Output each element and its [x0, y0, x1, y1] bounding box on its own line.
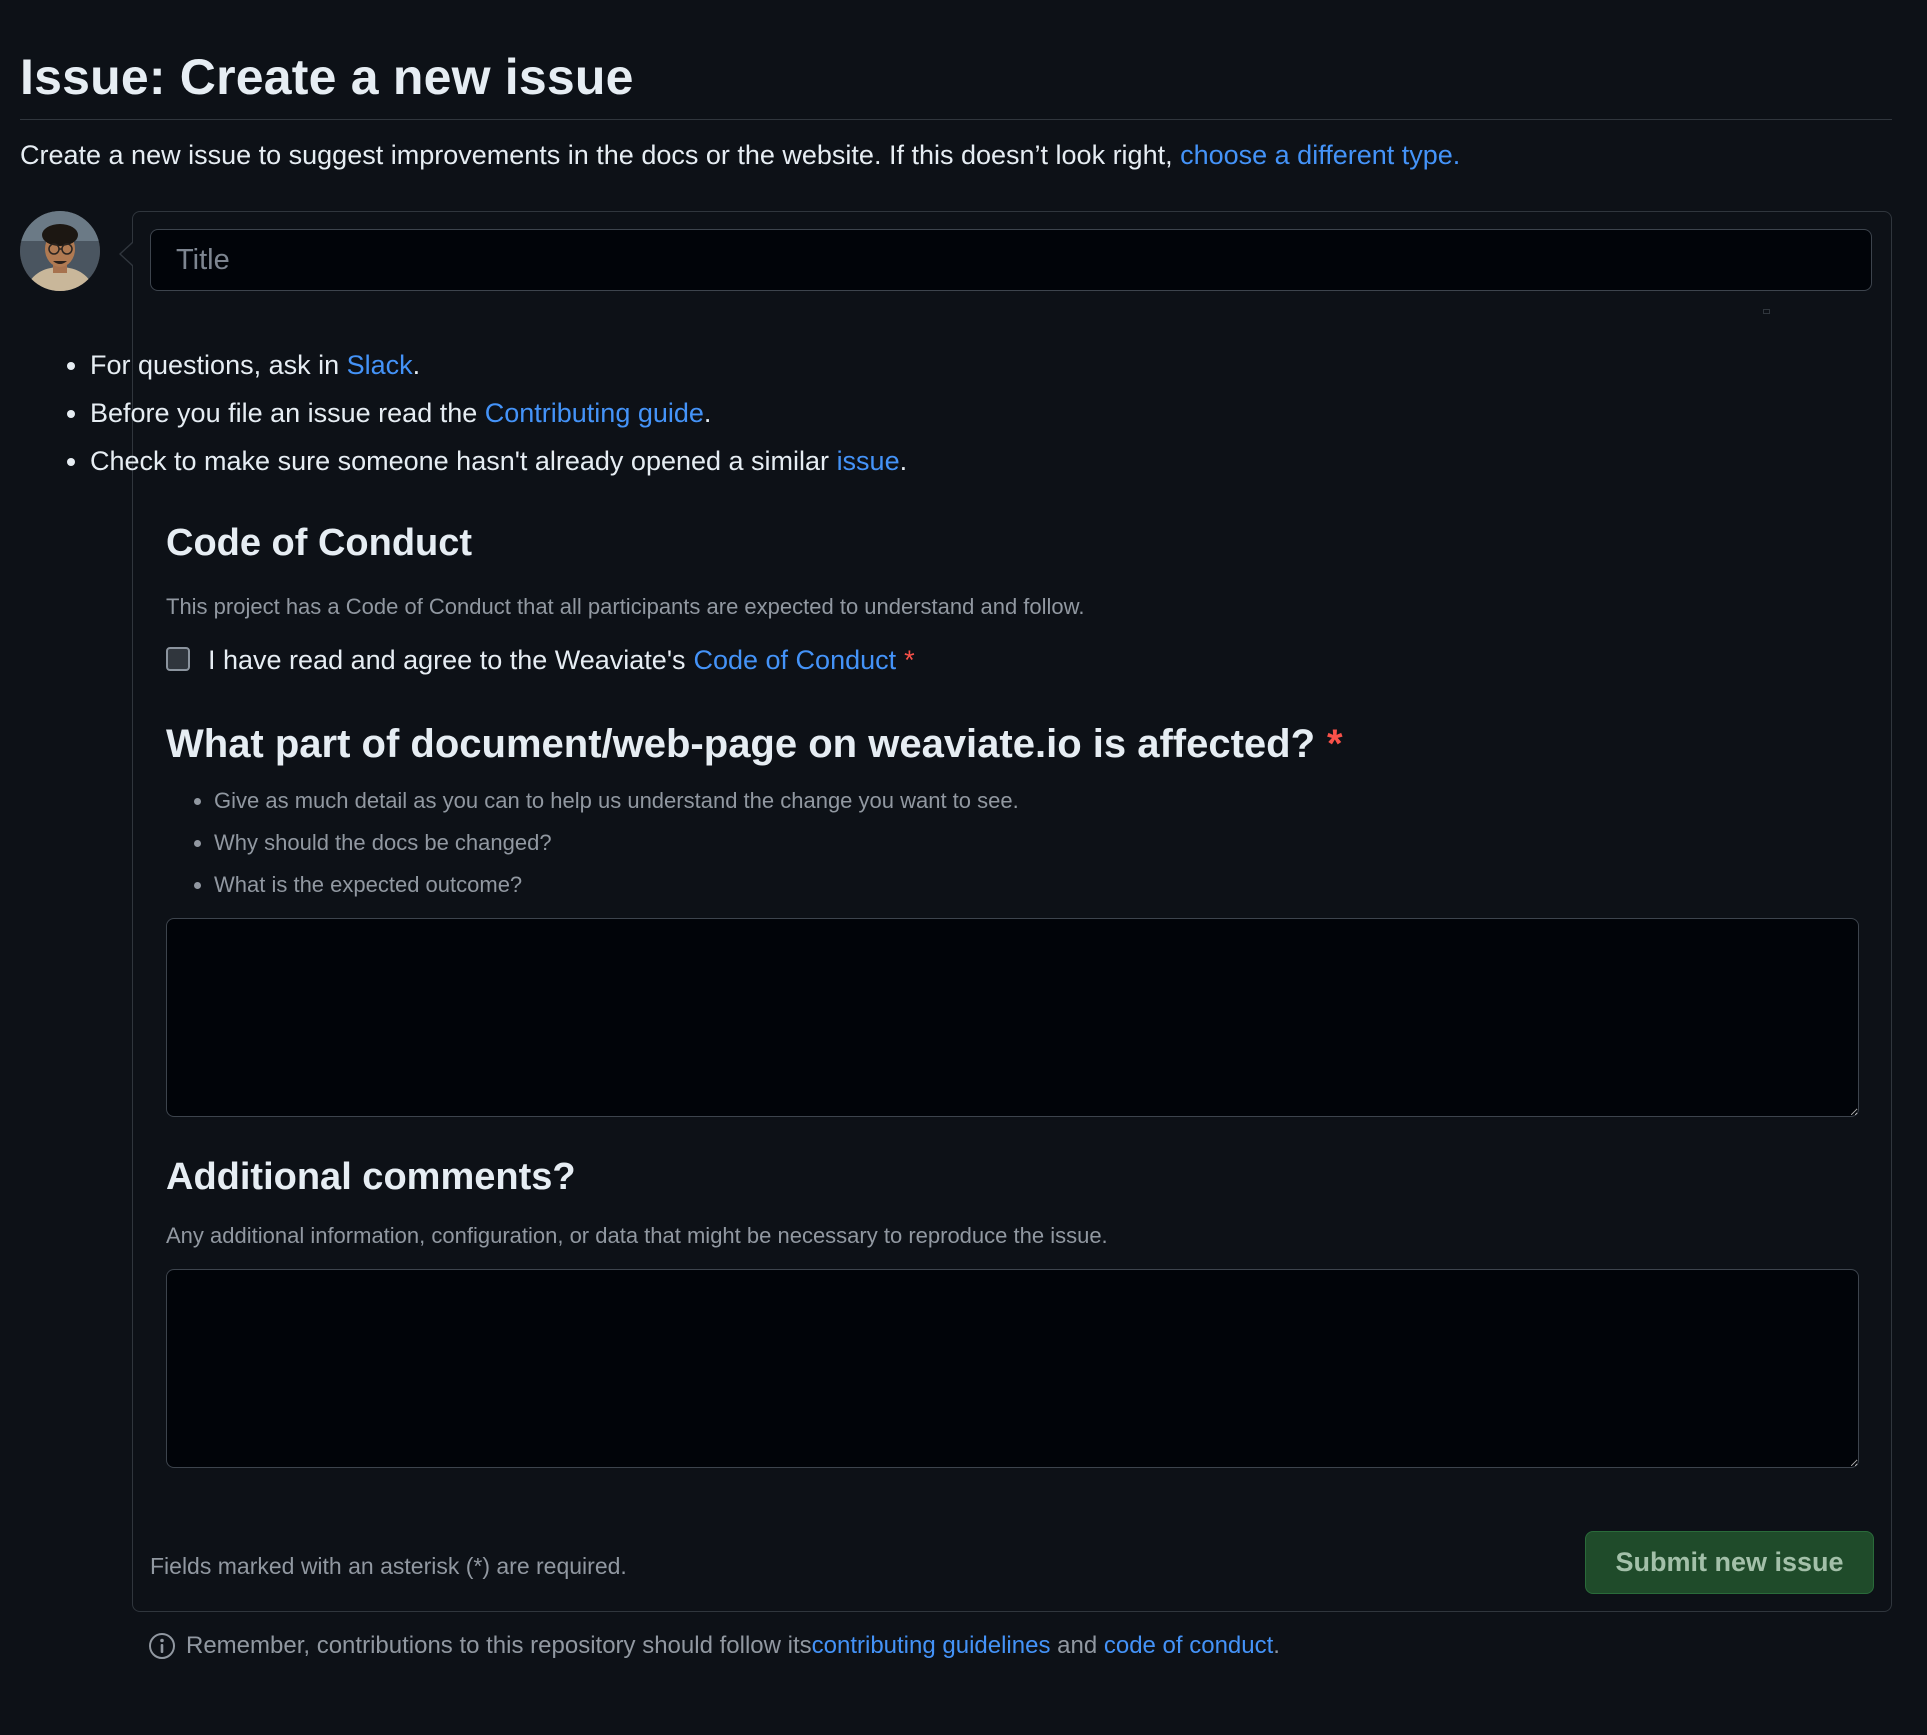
additional-comments-textarea[interactable] — [166, 1269, 1859, 1468]
page-title: Issue: Create a new issue — [20, 49, 634, 105]
issue-link[interactable]: issue — [837, 446, 900, 476]
contributing-guidelines-link[interactable]: contributing guidelines — [812, 1632, 1051, 1660]
affected-textarea[interactable] — [166, 918, 1859, 1117]
required-asterisk: * — [1327, 722, 1343, 766]
user-avatar[interactable] — [20, 211, 100, 291]
additional-comments-description: Any additional information, configuratio… — [166, 1223, 1108, 1248]
submit-new-issue-button[interactable]: Submit new issue — [1585, 1531, 1874, 1594]
code-of-conduct-description: This project has a Code of Conduct that … — [166, 594, 1085, 619]
list-item: Give as much detail as you can to help u… — [214, 780, 1019, 822]
list-item: Before you file an issue read the Contri… — [90, 389, 907, 437]
checkbox-label[interactable]: I have read and agree to the Weaviate's — [208, 645, 685, 676]
required-fields-note: Fields marked with an asterisk (*) are r… — [150, 1553, 627, 1579]
code-of-conduct-link[interactable]: Code of Conduct — [693, 645, 896, 676]
choose-different-type-link[interactable]: choose a different type. — [1180, 140, 1460, 170]
affected-heading: What part of document/web-page on weavia… — [166, 722, 1343, 766]
contributing-guide-link[interactable]: Contributing guide — [485, 398, 704, 428]
avatar-image — [20, 211, 100, 291]
resize-marker — [1763, 309, 1770, 314]
affected-hints: Give as much detail as you can to help u… — [166, 780, 1019, 906]
intro-list: For questions, ask in Slack. Before you … — [50, 341, 907, 485]
footer-code-of-conduct-link[interactable]: code of conduct — [1104, 1632, 1273, 1660]
code-of-conduct-checkbox[interactable] — [166, 646, 190, 671]
code-of-conduct-heading: Code of Conduct — [166, 522, 473, 564]
title-input[interactable] — [150, 229, 1872, 291]
page-subtitle: Create a new issue to suggest improvemen… — [20, 140, 1460, 171]
title-divider — [20, 119, 1892, 120]
list-item: Why should the docs be changed? — [214, 822, 1019, 864]
list-item: For questions, ask in Slack. — [90, 341, 907, 389]
list-item: Check to make sure someone hasn't alread… — [90, 437, 907, 485]
code-of-conduct-agreement: I have read and agree to the Weaviate's … — [166, 645, 915, 676]
list-item: What is the expected outcome? — [214, 864, 1019, 906]
additional-comments-heading: Additional comments? — [166, 1156, 576, 1198]
subtitle-text: Create a new issue to suggest improvemen… — [20, 140, 1181, 170]
contribution-reminder: Remember, contributions to this reposito… — [148, 1632, 1280, 1660]
required-asterisk: * — [904, 645, 915, 675]
slack-link[interactable]: Slack — [347, 350, 413, 380]
info-icon — [149, 1633, 175, 1659]
